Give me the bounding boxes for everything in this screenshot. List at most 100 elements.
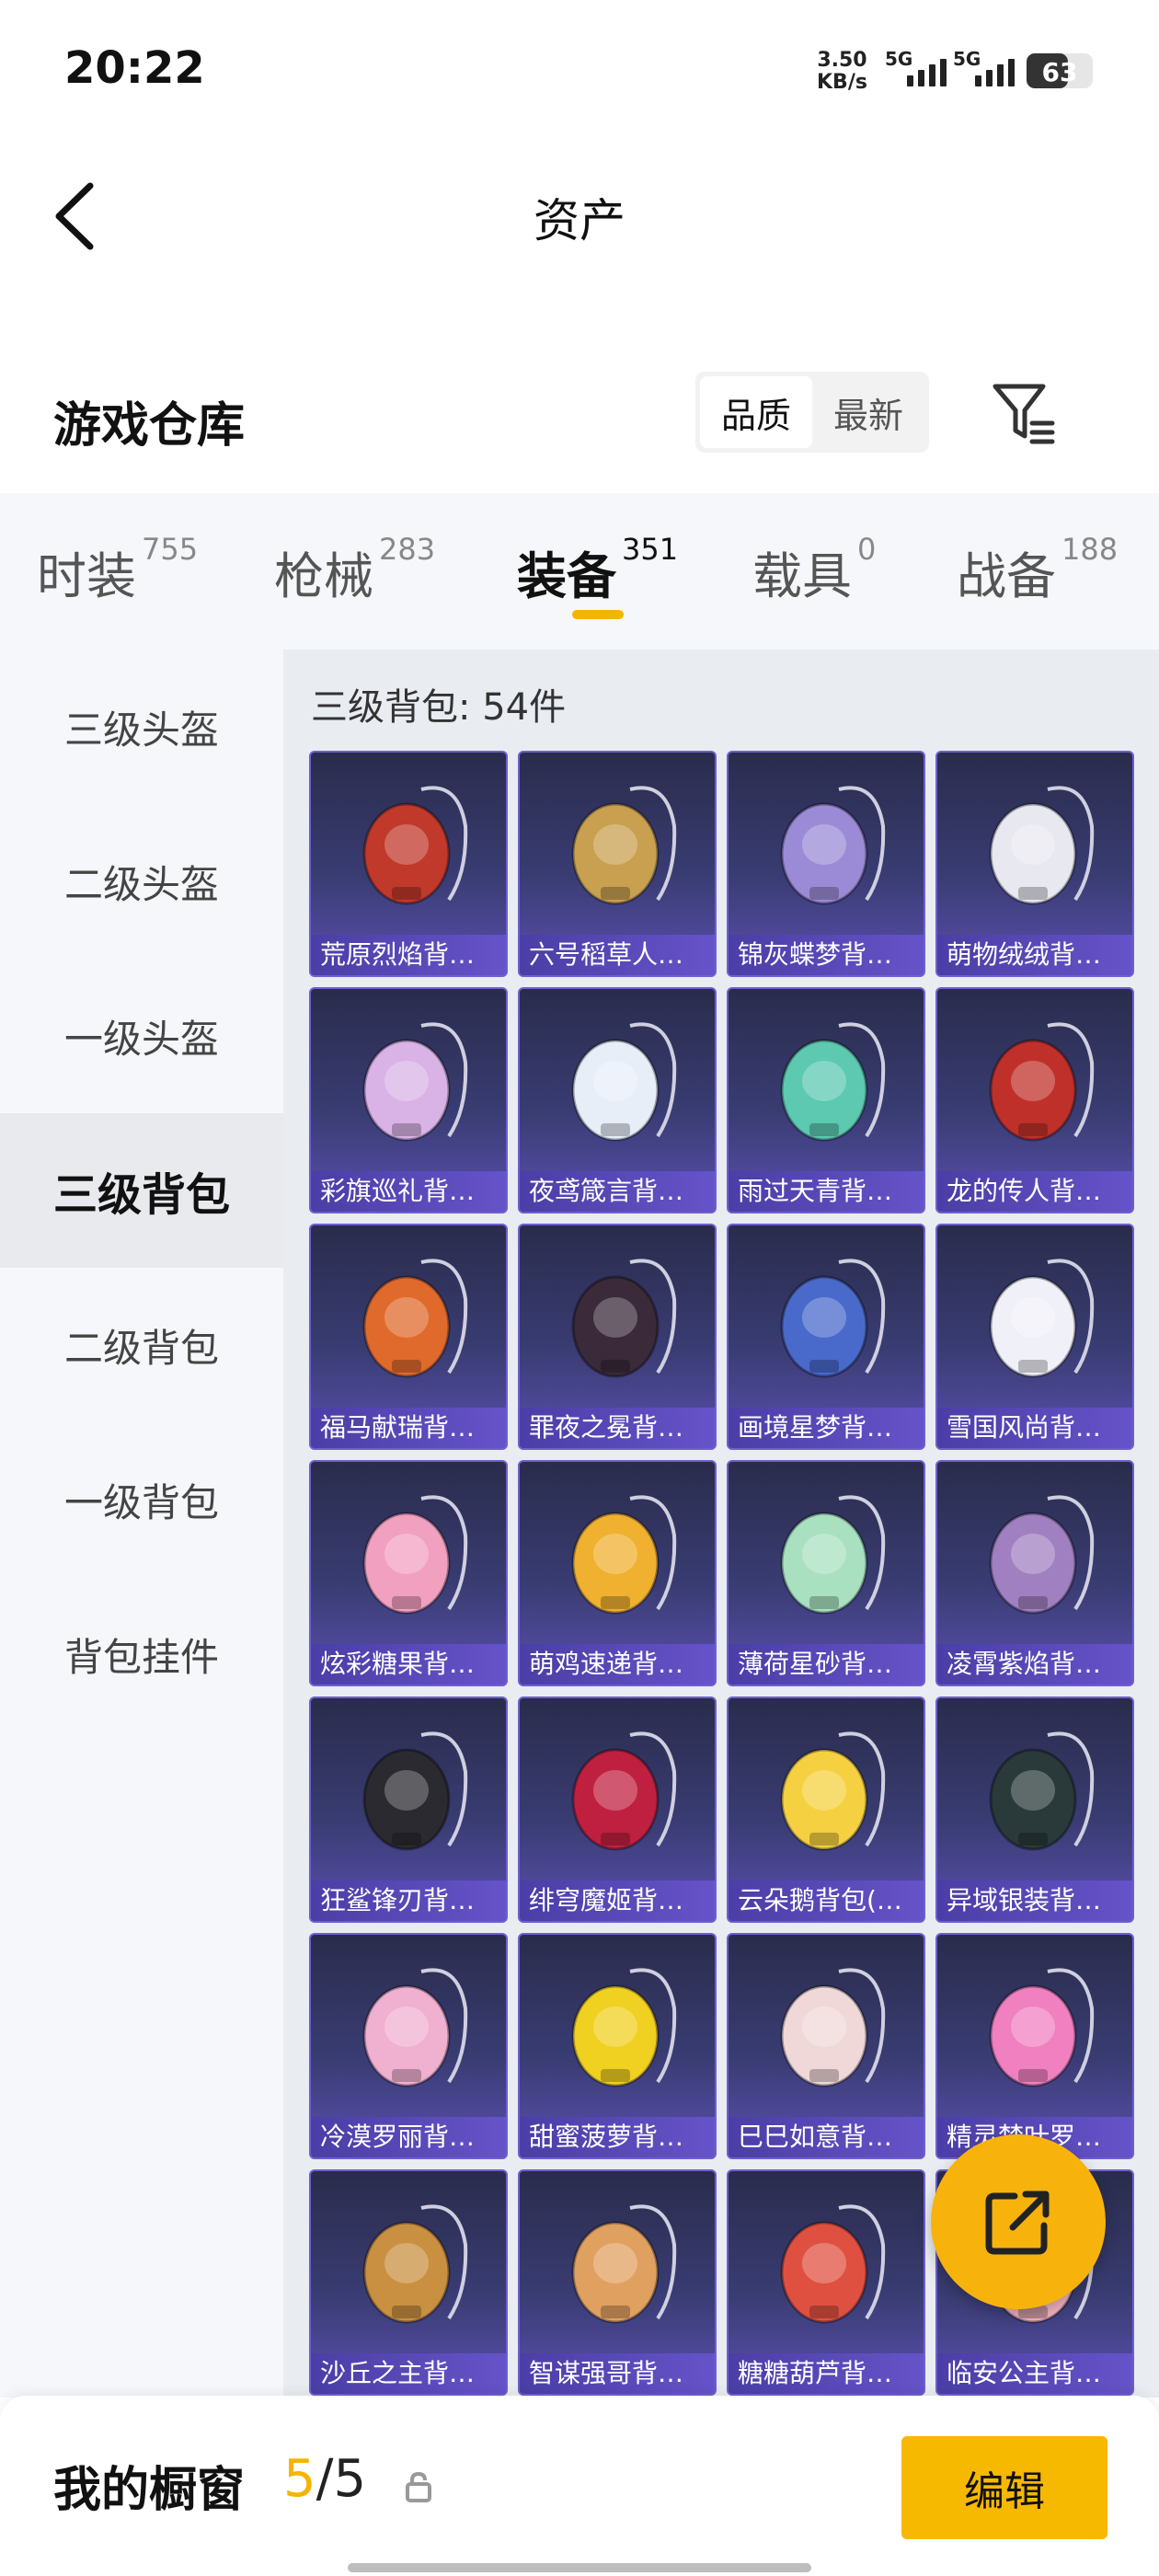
item-name: 绯穹魔姬背… (520, 1880, 715, 1921)
backpack-icon (571, 2204, 677, 2324)
backpack-icon (362, 1259, 468, 1378)
backpack-icon (571, 786, 677, 905)
item-name: 云朵鹅背包(… (729, 1880, 924, 1921)
sidebar-item-helmet-2[interactable]: 二级头盔 (0, 804, 283, 959)
backpack-icon (362, 1968, 468, 2087)
item-name: 彩旗巡礼背… (311, 1171, 506, 1212)
item-card[interactable]: 凌霄紫焰背… (935, 1460, 1134, 1686)
item-name: 狂鲨锋刃背… (311, 1880, 506, 1921)
backpack-icon (989, 1022, 1095, 1142)
item-name: 异域银装背… (937, 1880, 1132, 1921)
tab-guns[interactable]: 枪械 283 (274, 532, 435, 608)
item-card[interactable]: 甜蜜菠萝背… (518, 1933, 717, 2159)
sort-toggle: 品质 最新 (695, 372, 929, 453)
backpack-icon (780, 1022, 886, 1142)
item-name: 临安公主背… (937, 2353, 1132, 2394)
showcase-label: 我的橱窗 (53, 2463, 246, 2518)
tab-supplies[interactable]: 战备 188 (957, 532, 1119, 608)
item-name: 糖糖葫芦背… (729, 2353, 924, 2394)
warehouse-title: 游戏仓库 (53, 398, 246, 454)
backpack-icon (780, 786, 886, 905)
item-card[interactable]: 绯穹魔姬背… (518, 1696, 717, 1923)
signal-icon-2: 5G (953, 48, 1015, 86)
network-speed: 3.50 KB/s (817, 50, 867, 94)
item-card[interactable]: 画境星梦背… (727, 1224, 925, 1450)
tab-count: 0 (857, 532, 877, 567)
filter-icon (993, 384, 1055, 444)
sidebar-item-helmet-1[interactable]: 一级头盔 (0, 959, 283, 1113)
backpack-icon (362, 1022, 468, 1142)
tab-label: 载具 (752, 547, 852, 605)
item-name: 荒原烈焰背… (311, 935, 506, 975)
edit-button[interactable]: 编辑 (901, 2436, 1107, 2539)
item-name: 薄荷星砂背… (729, 1644, 924, 1685)
item-card[interactable]: 夜鸢箴言背… (518, 987, 717, 1213)
sidebar: 三级头盔 二级头盔 一级头盔 三级背包 二级背包 一级背包 背包挂件 (0, 650, 283, 2398)
home-indicator (348, 2563, 811, 2572)
item-card[interactable]: 巳巳如意背… (727, 1933, 925, 2159)
item-name: 凌霄紫焰背… (937, 1644, 1132, 1685)
item-card[interactable]: 锦灰蝶梦背… (727, 751, 925, 977)
backpack-icon (989, 786, 1095, 905)
item-card[interactable]: 彩旗巡礼背… (309, 987, 508, 1213)
item-card[interactable]: 精灵梦叶罗… (935, 1933, 1134, 2159)
sidebar-item-backpack-3[interactable]: 三级背包 (0, 1113, 283, 1268)
item-card[interactable]: 异域银装背… (935, 1696, 1134, 1923)
item-card[interactable]: 萌物绒绒背… (935, 751, 1134, 977)
backpack-icon (780, 1968, 886, 2087)
filter-button[interactable] (990, 379, 1060, 449)
item-card[interactable]: 智谋强哥背… (518, 2169, 717, 2396)
backpack-icon (362, 1495, 468, 1615)
item-card[interactable]: 罪夜之冕背… (518, 1224, 717, 1450)
backpack-icon (571, 1731, 677, 1851)
backpack-icon (989, 1259, 1095, 1378)
sidebar-item-backpack-1[interactable]: 一级背包 (0, 1422, 283, 1577)
item-card[interactable]: 福马献瑞背… (309, 1224, 508, 1450)
item-card[interactable]: 萌鸡速递背… (518, 1460, 717, 1686)
item-card[interactable]: 沙丘之主背… (309, 2169, 508, 2396)
item-card[interactable]: 云朵鹅背包(… (727, 1696, 925, 1923)
battery-icon: 63 (1027, 53, 1093, 88)
sidebar-item-backpack-2[interactable]: 二级背包 (0, 1268, 283, 1422)
item-card[interactable]: 糖糖葫芦背… (727, 2169, 925, 2396)
sidebar-item-helmet-3[interactable]: 三级头盔 (0, 650, 283, 804)
item-card[interactable]: 狂鲨锋刃背… (309, 1696, 508, 1923)
item-card[interactable]: 薄荷星砂背… (727, 1460, 925, 1686)
network-speed-value: 3.50 (817, 49, 867, 72)
sidebar-item-backpack-charm[interactable]: 背包挂件 (0, 1577, 283, 1731)
item-card[interactable]: 荒原烈焰背… (309, 751, 508, 977)
tab-fashion[interactable]: 时装 755 (37, 532, 198, 608)
item-name: 雪国风尚背… (937, 1408, 1132, 1448)
backpack-icon (780, 1259, 886, 1378)
tab-count: 188 (1061, 532, 1119, 567)
item-name: 龙的传人背… (937, 1171, 1132, 1212)
status-time: 20:22 (64, 42, 205, 94)
item-card[interactable]: 六号稻草人… (518, 751, 717, 977)
showcase-bar: 我的橱窗 5/5 编辑 (0, 2396, 1159, 2576)
share-button[interactable] (931, 2134, 1106, 2309)
backpack-icon (362, 2204, 468, 2324)
item-name: 雨过天青背… (729, 1171, 924, 1212)
backpack-icon (780, 1731, 886, 1851)
page-title: 资产 (534, 194, 625, 247)
backpack-icon (780, 1495, 886, 1615)
sort-option-quality[interactable]: 品质 (700, 376, 812, 448)
share-icon (985, 2191, 1050, 2255)
item-card[interactable]: 龙的传人背… (935, 987, 1134, 1213)
backpack-icon (780, 2204, 886, 2324)
sort-option-newest[interactable]: 最新 (812, 376, 924, 448)
tab-equipment[interactable]: 装备 351 (517, 532, 679, 608)
backpack-icon (571, 1259, 677, 1378)
item-name: 甜蜜菠萝背… (520, 2117, 715, 2157)
tab-vehicles[interactable]: 载具 0 (752, 532, 877, 608)
item-name: 罪夜之冕背… (520, 1408, 715, 1448)
item-card[interactable]: 雨过天青背… (727, 987, 925, 1213)
item-name: 六号稻草人… (520, 935, 715, 975)
tab-count: 351 (622, 532, 679, 567)
tab-label: 战备 (957, 547, 1056, 605)
item-card[interactable]: 冷漠罗丽背… (309, 1933, 508, 2159)
item-name: 锦灰蝶梦背… (729, 935, 924, 975)
item-card[interactable]: 炫彩糖果背… (309, 1460, 508, 1686)
item-card[interactable]: 雪国风尚背… (935, 1224, 1134, 1450)
showcase-total: 5 (333, 2449, 367, 2509)
